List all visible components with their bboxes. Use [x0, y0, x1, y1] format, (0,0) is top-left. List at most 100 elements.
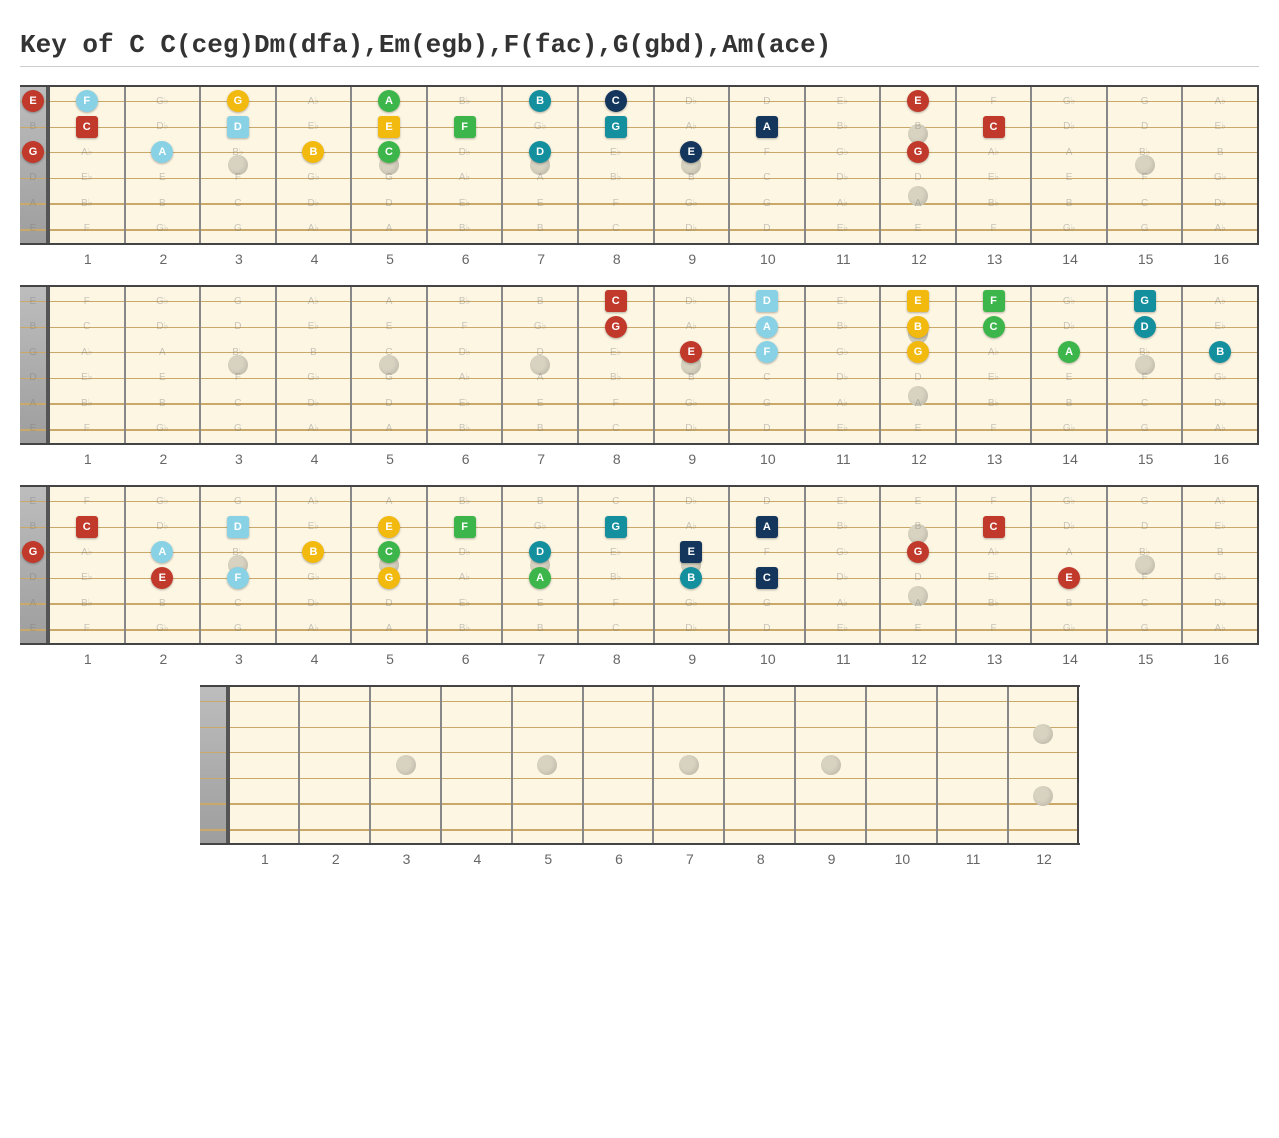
note-marker: E [1058, 567, 1080, 589]
note-marker: G [22, 541, 44, 563]
fret-7 [654, 687, 725, 843]
fretboard: EBDAEGFA♭E♭B♭FCG♭D♭BG♭AEGB♭CGDFA♭E♭G♭D♭A… [20, 485, 1259, 645]
ghost-note: B♭ [227, 341, 249, 363]
fret-number: 15 [1108, 451, 1184, 467]
note-marker: F [454, 516, 476, 538]
fret-number: 3 [201, 651, 277, 667]
fret-3: B♭FCGGD [201, 87, 277, 243]
fret-7: BG♭DAEB [503, 287, 579, 443]
ghost-note: E♭ [1209, 316, 1231, 338]
fret-number: 2 [126, 451, 202, 467]
note-marker: F [227, 567, 249, 589]
ghost-note: C [756, 367, 778, 389]
fret-7: BG♭EBDA [503, 487, 579, 643]
ghost-note: A♭ [302, 418, 324, 440]
ghost-note: A♭ [302, 490, 324, 512]
note-marker: G [605, 516, 627, 538]
ghost-note: G♭ [151, 418, 173, 440]
note-marker: A [756, 516, 778, 538]
fret-12: DAEBEG [881, 287, 957, 443]
note-marker: D [227, 116, 249, 138]
ghost-note: C [227, 192, 249, 214]
note-marker: E [907, 90, 929, 112]
fret-9 [796, 687, 867, 843]
ghost-note: B [22, 116, 44, 138]
fret-number: 13 [957, 451, 1033, 467]
note-marker: E [680, 541, 702, 563]
fret-number: 5 [513, 851, 584, 867]
ghost-note: B♭ [76, 392, 98, 414]
ghost-note: D♭ [1209, 192, 1231, 214]
fret-number: 1 [50, 251, 126, 267]
ghost-note: E♭ [454, 592, 476, 614]
note-marker: C [983, 116, 1005, 138]
ghost-note: E♭ [302, 316, 324, 338]
ghost-note: G♭ [1209, 367, 1231, 389]
ghost-note: F [983, 218, 1005, 240]
ghost-note: E [22, 218, 44, 240]
ghost-note: G♭ [680, 192, 702, 214]
ghost-note: E [529, 592, 551, 614]
fret-4: A♭E♭G♭D♭A♭B [277, 87, 353, 243]
fret-number: 12 [881, 451, 957, 467]
ghost-note: A♭ [76, 541, 98, 563]
fret-number: 7 [654, 851, 725, 867]
fret-8: E♭B♭FCCG [579, 87, 655, 243]
ghost-note: G♭ [151, 618, 173, 640]
fret-5: GDAAEC [352, 87, 428, 243]
ghost-note: B [1058, 392, 1080, 414]
ghost-note: A♭ [680, 316, 702, 338]
fret-1: A♭E♭B♭FFC [50, 87, 126, 243]
ghost-note: B♭ [605, 567, 627, 589]
ghost-note: B [907, 116, 929, 138]
ghost-note: D [907, 167, 929, 189]
fret-number: 5 [352, 451, 428, 467]
note-marker: B [1209, 341, 1231, 363]
fret-number: 9 [655, 451, 731, 467]
ghost-note: E♭ [983, 567, 1005, 589]
fret-number: 6 [428, 651, 504, 667]
fret-13: FA♭E♭B♭FC [957, 87, 1033, 243]
ghost-note: G [1134, 218, 1156, 240]
fretboard [200, 685, 1080, 845]
ghost-note: A♭ [1209, 90, 1231, 112]
page-title: Key of C C(ceg)Dm(dfa),Em(egb),F(fac),G(… [20, 30, 1259, 60]
fret-number: 9 [655, 251, 731, 267]
fret-number: 7 [503, 451, 579, 467]
ghost-note: F [454, 316, 476, 338]
ghost-note: D [22, 567, 44, 589]
ghost-note: C [1134, 592, 1156, 614]
fret-number: 11 [806, 251, 882, 267]
ghost-note: G♭ [151, 218, 173, 240]
ghost-note: C [605, 418, 627, 440]
fret-4 [442, 687, 513, 843]
note-marker: B [529, 90, 551, 112]
ghost-note: D♭ [454, 341, 476, 363]
ghost-note: C [756, 167, 778, 189]
fret-10: DFGDAC [730, 487, 806, 643]
ghost-note: A♭ [302, 218, 324, 240]
ghost-note: A♭ [1209, 418, 1231, 440]
ghost-note: C [76, 316, 98, 338]
fret-number: 10 [867, 851, 938, 867]
ghost-note: F [605, 192, 627, 214]
ghost-note: B [529, 290, 551, 312]
ghost-note: B♭ [454, 90, 476, 112]
ghost-note: E♭ [605, 141, 627, 163]
fret-5 [513, 687, 584, 843]
fretboard-2: EBGDAEFCA♭E♭B♭FG♭D♭AEBG♭GDB♭FCGA♭E♭BG♭D♭… [20, 285, 1259, 467]
ghost-note: G♭ [1058, 418, 1080, 440]
ghost-note: B [680, 367, 702, 389]
ghost-note: G [1134, 490, 1156, 512]
fret-3 [371, 687, 442, 843]
ghost-note: D [756, 90, 778, 112]
ghost-note: G♭ [1058, 490, 1080, 512]
ghost-note: D [529, 341, 551, 363]
ghost-note: E♭ [454, 192, 476, 214]
fret-9: D♭A♭BG♭D♭E [655, 87, 731, 243]
ghost-note: A [378, 490, 400, 512]
note-marker: G [22, 141, 44, 163]
ghost-note: E♭ [302, 116, 324, 138]
ghost-note: D [756, 218, 778, 240]
fret-16: A♭E♭G♭D♭A♭B [1183, 287, 1259, 443]
